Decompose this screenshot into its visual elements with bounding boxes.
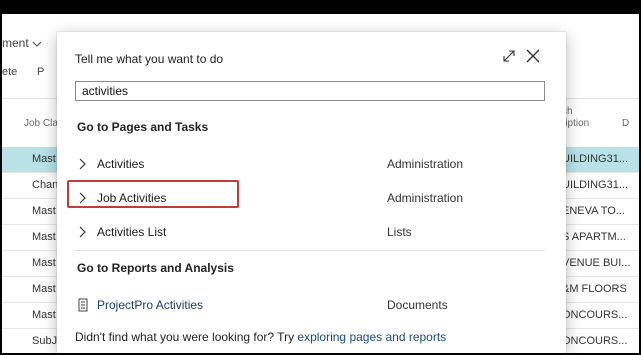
row-cell-right: S APARTM... (562, 231, 626, 243)
column-header-right-line2[interactable]: ription (562, 118, 589, 129)
result-category: Documents (387, 298, 448, 312)
section-heading-pages: Go to Pages and Tasks (77, 120, 209, 134)
section-divider (75, 250, 545, 251)
row-cell-left: Mast (32, 231, 56, 243)
background-menu-label[interactable]: ment (2, 36, 29, 50)
footer-text: Didn't find what you were looking for? T… (75, 330, 298, 344)
chevron-right-icon (79, 158, 86, 170)
row-cell-right: ONCOURS... (562, 335, 628, 347)
close-icon[interactable] (525, 48, 541, 64)
row-cell-left: Mast (32, 309, 56, 321)
result-category: Administration (387, 191, 464, 205)
dialog-title: Tell me what you want to do (75, 52, 224, 66)
column-header-right-extra[interactable]: D (622, 118, 629, 129)
result-item-activities-list[interactable]: Activities List Lists (75, 221, 545, 245)
row-cell-right: UILDING31... (562, 179, 629, 191)
report-document-icon (78, 298, 88, 312)
row-cell-right: &M FLOORS (562, 283, 627, 295)
expand-icon[interactable] (501, 48, 517, 64)
result-label[interactable]: Activities List (97, 225, 166, 239)
row-cell-left: Mast (32, 153, 56, 165)
column-header-left[interactable]: Job Cla (24, 118, 58, 129)
row-cell-right: ENEVA TO... (562, 205, 625, 217)
chevron-down-icon (32, 41, 42, 47)
chevron-right-icon (79, 226, 86, 238)
row-cell-right: VENUE BUI... (562, 257, 631, 269)
section-heading-reports: Go to Reports and Analysis (77, 261, 234, 275)
window-frame: ment ete P Job Cla ch ription D Mast UIL… (0, 0, 641, 355)
dialog-footer: Didn't find what you were looking for? T… (75, 330, 446, 344)
highlight-box (67, 180, 239, 208)
row-cell-right: ONCOURS... (562, 309, 628, 321)
tell-me-dialog: Tell me what you want to do activities G… (57, 32, 566, 353)
row-cell-left: SubJ (32, 335, 58, 347)
row-cell-left: Mast (32, 283, 56, 295)
result-label[interactable]: ProjectPro Activities (97, 298, 203, 312)
row-cell-right: UILDING31... (562, 153, 629, 165)
row-cell-left: Chan (32, 179, 59, 191)
result-category: Administration (387, 157, 464, 171)
row-cell-left: Mast (32, 205, 56, 217)
background-action-2[interactable]: P (37, 66, 44, 78)
result-category: Lists (387, 225, 412, 239)
search-input[interactable]: activities (75, 81, 545, 101)
result-item-projectpro-activities[interactable]: ProjectPro Activities Documents (75, 294, 545, 318)
background-action-1[interactable]: ete (2, 66, 17, 78)
result-item-activities[interactable]: Activities Administration (75, 153, 545, 177)
row-cell-left: Mast (32, 257, 56, 269)
result-label[interactable]: Activities (97, 157, 144, 171)
explore-pages-link[interactable]: exploring pages and reports (297, 330, 446, 344)
